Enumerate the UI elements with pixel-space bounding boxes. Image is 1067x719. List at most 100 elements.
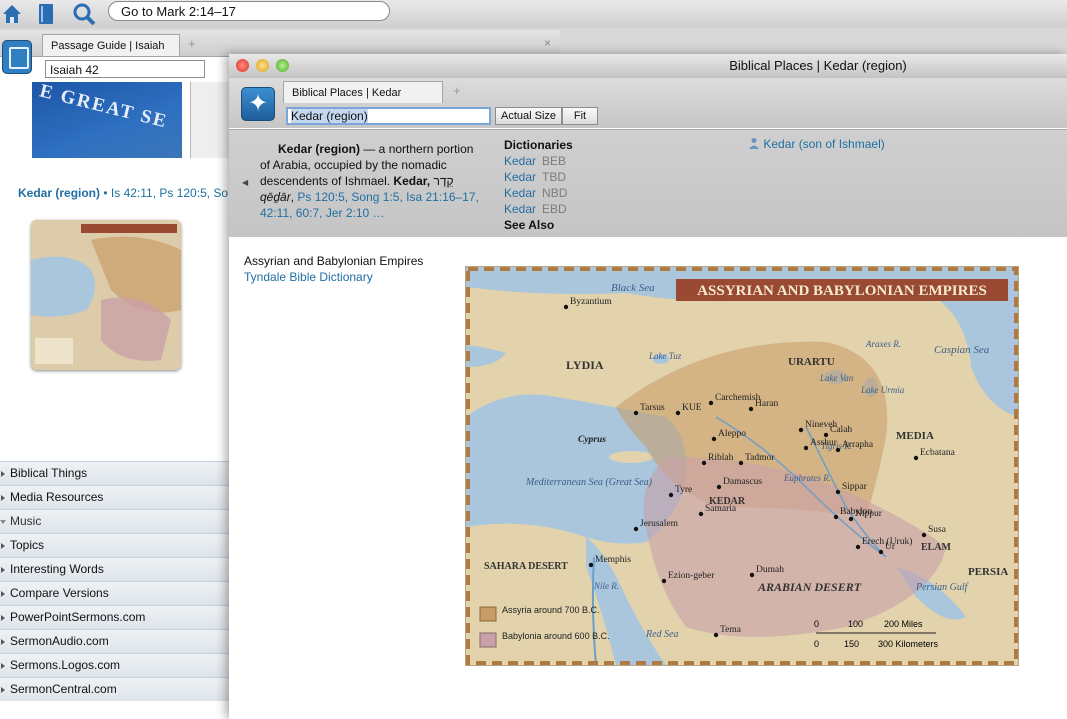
passage-input[interactable]: Isaiah 42 <box>45 60 205 78</box>
city-label: Aleppo <box>718 429 746 439</box>
city-label: Ezion-geber <box>668 571 715 581</box>
legend-babylonia: Babylonia around 600 B.C. <box>502 631 610 641</box>
kedar-region-link[interactable]: Kedar (region) <box>18 186 100 200</box>
city-dot <box>633 410 639 416</box>
city-label: Sippar <box>842 482 868 492</box>
city-dot <box>738 460 744 466</box>
city-label: Ur <box>885 542 896 552</box>
section-media-resources[interactable]: Media Resources <box>0 485 230 509</box>
city-dot <box>713 632 719 638</box>
city-dot <box>708 400 714 406</box>
transliteration: qēḏār <box>260 190 291 204</box>
definition-references[interactable]: Ps 120:5, Song 1:5, Isa 21:16–17, 42:11,… <box>260 190 479 220</box>
definition-term: Kedar (region) <box>278 142 361 156</box>
dictionary-link[interactable]: Kedar <box>504 170 536 184</box>
dictionary-entry: Kedar EBD <box>504 201 573 217</box>
city-label: Susa <box>928 525 947 535</box>
city-dot <box>675 410 681 416</box>
compass-star-icon[interactable]: ✦ <box>241 87 275 121</box>
city-dot <box>661 578 667 584</box>
city-dot <box>701 460 707 466</box>
dictionary-entry: Kedar NBD <box>504 185 573 201</box>
city-dot <box>835 489 841 495</box>
map-title: ASSYRIAN AND BABYLONIAN EMPIRES <box>697 283 987 299</box>
label-lake-urmia: Lake Urmia <box>860 385 905 395</box>
scale-miles-1: 100 <box>848 619 863 629</box>
section-sermoncentral[interactable]: SermonCentral.com <box>0 677 230 701</box>
dictionary-link[interactable]: Kedar <box>504 202 536 216</box>
city-dot <box>633 526 639 532</box>
kedar-son-of-ishmael-link[interactable]: Kedar (son of Ishmael) <box>763 137 884 151</box>
label-persia: PERSIA <box>968 566 1008 578</box>
city-label: Dumah <box>756 565 784 575</box>
hebrew-word: קֵדָר <box>433 174 454 188</box>
section-sermons-logos[interactable]: Sermons.Logos.com <box>0 653 230 677</box>
label-lake-van: Lake Van <box>819 373 854 383</box>
dictionary-link[interactable]: Kedar <box>504 154 536 168</box>
city-label: Carchemish <box>715 393 761 403</box>
label-persian-gulf: Persian Gulf <box>915 582 969 593</box>
city-label: Tarsus <box>640 403 665 413</box>
fit-button[interactable]: Fit <box>562 107 598 125</box>
city-dot <box>921 532 927 538</box>
label-nile: Nile R. <box>593 581 619 591</box>
tab-passage-guide[interactable]: Passage Guide | Isaiah 42 <box>42 34 180 74</box>
empires-map[interactable]: ASSYRIAN AND BABYLONIAN EMPIRES Black Se… <box>465 266 1019 666</box>
place-info-panel: ◀ Kedar (region) — a northern portion of… <box>229 129 1067 238</box>
scale-km-2: 300 Kilometers <box>878 639 939 649</box>
dictionary-abbr: EBD <box>542 202 567 216</box>
dictionary-entry: Kedar BEB <box>504 153 573 169</box>
scale-km-1: 150 <box>844 639 859 649</box>
great-sea-map-thumbnail[interactable]: E GREAT SE <box>32 82 182 158</box>
actual-size-button[interactable]: Actual Size <box>495 107 562 125</box>
label-lake-tuz: Lake Tuz <box>648 351 682 361</box>
section-biblical-things[interactable]: Biblical Things <box>0 461 230 485</box>
article-source-link[interactable]: Tyndale Bible Dictionary <box>244 270 373 284</box>
empires-map-thumbnail[interactable] <box>31 220 181 370</box>
city-dot <box>588 562 594 568</box>
related-person-row: Kedar (son of Ishmael) <box>748 137 885 151</box>
city-label: Cyprus <box>578 435 606 445</box>
place-search-input[interactable]: Kedar (region) <box>286 107 491 125</box>
section-compare-versions[interactable]: Compare Versions <box>0 581 230 605</box>
search-icon[interactable] <box>72 2 96 26</box>
tab-biblical-places[interactable]: Biblical Places | Kedar (region) <box>283 81 443 121</box>
section-interesting-words[interactable]: Interesting Words <box>0 557 230 581</box>
city-label: Damascus <box>723 477 762 487</box>
definition-alt-term: Kedar, <box>393 174 431 188</box>
section-powerpointsermons[interactable]: PowerPointSermons.com <box>0 605 230 629</box>
city-dot <box>878 549 884 555</box>
close-tab-icon[interactable]: × <box>544 36 551 50</box>
label-red-sea: Red Sea <box>645 629 679 640</box>
collapse-arrow-icon[interactable]: ◀ <box>242 178 248 187</box>
city-dot <box>749 572 755 578</box>
new-tab-icon[interactable]: + <box>453 83 461 98</box>
kedar-references[interactable]: • Is 42:11, Ps 120:5, So 1: <box>103 186 241 200</box>
city-dot <box>716 484 722 490</box>
section-sermonaudio[interactable]: SermonAudio.com <box>0 629 230 653</box>
city-label: Arrapha <box>842 440 874 450</box>
city-label: Calah <box>830 425 852 435</box>
city-label: Memphis <box>595 555 631 565</box>
passage-guide-icon[interactable] <box>2 40 32 74</box>
place-search-value: Kedar (region) <box>291 109 368 123</box>
city-dot <box>798 427 804 433</box>
scale-miles-0: 0 <box>814 619 819 629</box>
go-to-input[interactable]: Go to Mark 2:14–17 <box>108 1 390 21</box>
home-icon[interactable] <box>0 2 24 26</box>
label-elam: ELAM <box>921 542 952 553</box>
label-media: MEDIA <box>896 430 934 442</box>
section-topics[interactable]: Topics <box>0 533 230 557</box>
city-label: Riblah <box>708 453 734 463</box>
see-also-heading[interactable]: See Also <box>504 217 573 233</box>
city-dot <box>835 447 841 453</box>
city-dot <box>748 406 754 412</box>
adjacent-map-thumbnail[interactable] <box>190 82 231 158</box>
dictionary-abbr: NBD <box>542 186 568 200</box>
city-dot <box>833 514 839 520</box>
library-icon[interactable] <box>34 2 58 26</box>
dictionary-link[interactable]: Kedar <box>504 186 536 200</box>
section-music[interactable]: Music <box>0 509 230 533</box>
article-content: Assyrian and Babylonian Empires Tyndale … <box>229 237 1067 719</box>
new-tab-icon[interactable]: + <box>188 36 196 51</box>
